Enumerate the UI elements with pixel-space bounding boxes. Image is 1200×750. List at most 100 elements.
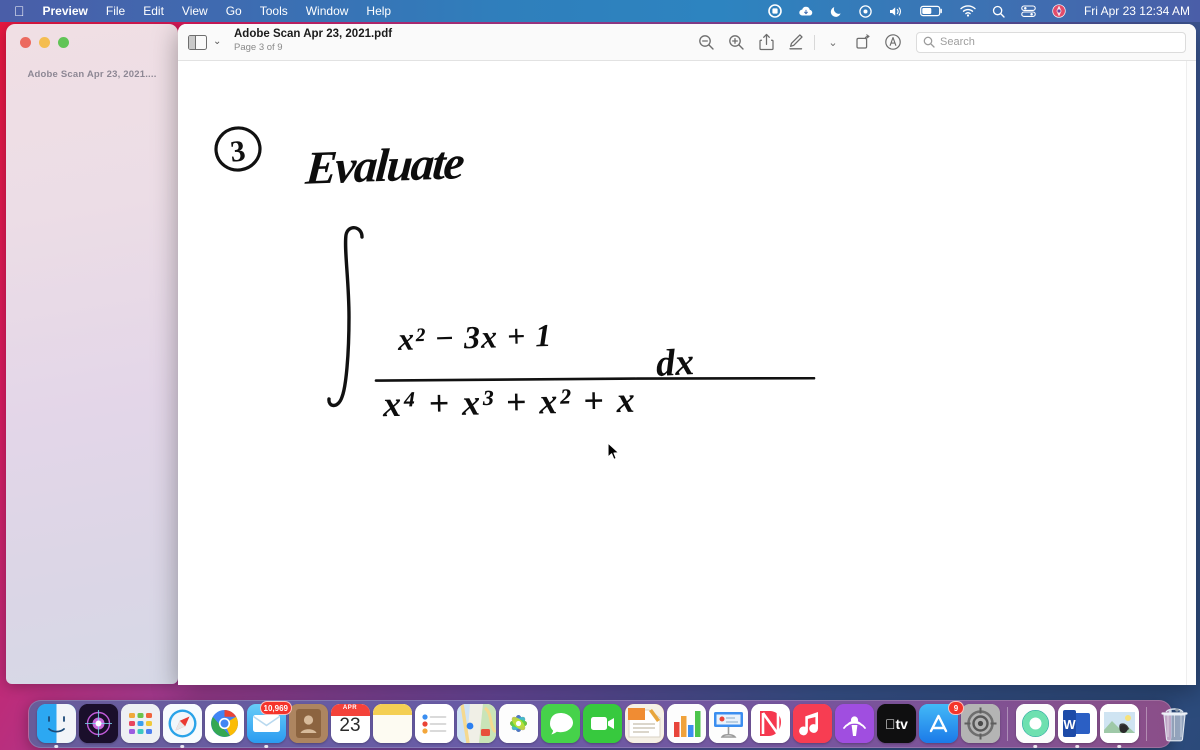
svg-text:tv: tv bbox=[885, 716, 908, 732]
do-not-disturb-moon-icon[interactable] bbox=[830, 5, 843, 18]
svg-text:3: 3 bbox=[229, 134, 247, 168]
integral-numerator: x² − 3x + 1 bbox=[397, 316, 553, 358]
dock-item-reminders[interactable] bbox=[414, 704, 454, 744]
preview-window: ⌄ Adobe Scan Apr 23, 2021.pdf Page 3 of … bbox=[178, 24, 1196, 685]
zoom-in-icon[interactable] bbox=[721, 29, 751, 55]
zoom-button[interactable] bbox=[58, 37, 69, 48]
toolbar-divider bbox=[814, 34, 815, 50]
integral-symbol bbox=[324, 221, 378, 421]
dock-item-facetime[interactable] bbox=[582, 704, 622, 744]
document-heading: Evaluate bbox=[303, 137, 465, 195]
stop-recording-icon[interactable] bbox=[768, 4, 782, 18]
dock-item-numbers[interactable] bbox=[666, 704, 706, 744]
search-icon bbox=[923, 36, 935, 48]
preview-toolbar: ⌄ Adobe Scan Apr 23, 2021.pdf Page 3 of … bbox=[178, 24, 1196, 61]
wifi-icon[interactable] bbox=[960, 5, 976, 17]
dock-item-system-preferences[interactable] bbox=[960, 704, 1000, 744]
menu-bar-clock[interactable]: Fri Apr 23 12:34 AM bbox=[1084, 4, 1190, 18]
dock-item-word[interactable]: W bbox=[1057, 704, 1097, 748]
calendar-day: 23 bbox=[339, 715, 361, 736]
cloud-icon[interactable] bbox=[798, 5, 814, 18]
dock-item-siri[interactable] bbox=[78, 704, 118, 744]
page-title: Adobe Scan Apr 23, 2021.pdf bbox=[234, 28, 393, 40]
background-window-traffic-lights bbox=[20, 37, 69, 48]
dock-item-pages[interactable] bbox=[624, 704, 664, 744]
background-preview-window[interactable]: Adobe Scan Apr 23, 2021.... bbox=[6, 24, 178, 684]
time-machine-icon[interactable] bbox=[859, 4, 872, 18]
menu-item-go[interactable]: Go bbox=[226, 4, 242, 18]
problem-number-circled: 3 bbox=[212, 123, 264, 175]
dock-item-music[interactable] bbox=[792, 704, 832, 744]
markup-chevron-down-icon[interactable]: ⌄ bbox=[818, 29, 848, 55]
zoom-out-icon[interactable] bbox=[691, 29, 721, 55]
dock-item-webex[interactable] bbox=[1015, 704, 1055, 748]
menu-item-help[interactable]: Help bbox=[366, 4, 391, 18]
control-center-icon[interactable] bbox=[1021, 4, 1036, 18]
dock-divider-1 bbox=[1007, 707, 1008, 741]
dock-item-notes[interactable] bbox=[372, 704, 412, 744]
background-window-title: Adobe Scan Apr 23, 2021.... bbox=[27, 69, 157, 80]
menu-item-window[interactable]: Window bbox=[306, 4, 349, 18]
dock-item-apple-tv[interactable]: tv bbox=[876, 704, 916, 744]
running-indicator bbox=[1033, 744, 1037, 748]
running-indicator bbox=[264, 744, 268, 748]
document-title-block: Adobe Scan Apr 23, 2021.pdf Page 3 of 9 bbox=[234, 28, 392, 54]
dock-item-maps[interactable] bbox=[456, 704, 496, 744]
menu-item-preview[interactable]: Preview bbox=[43, 4, 88, 18]
toolbar-right-group: ⌄ bbox=[691, 29, 1186, 55]
menu-item-file[interactable]: File bbox=[106, 4, 125, 18]
dock-item-messages[interactable] bbox=[540, 704, 580, 744]
dock: 10,969 APR 23 tv 9 W bbox=[28, 700, 1188, 748]
dock-item-calendar[interactable]: APR 23 bbox=[330, 704, 370, 744]
apple-menu-icon[interactable]:  bbox=[14, 4, 25, 18]
page-scrollbar[interactable] bbox=[1186, 61, 1196, 685]
share-icon[interactable] bbox=[751, 29, 781, 55]
sidebar-chevron-down-icon[interactable]: ⌄ bbox=[213, 37, 221, 47]
dock-item-keynote[interactable] bbox=[708, 704, 748, 744]
fraction-bar bbox=[374, 369, 816, 382]
dock-item-contacts[interactable] bbox=[288, 704, 328, 744]
dock-item-chrome[interactable] bbox=[204, 704, 244, 744]
dock-item-photos[interactable] bbox=[498, 704, 538, 744]
page-indicator: Page 3 of 9 bbox=[234, 42, 283, 54]
dock-item-trash[interactable] bbox=[1154, 704, 1194, 744]
differential-dx: dx bbox=[654, 341, 696, 385]
dock-item-news[interactable] bbox=[750, 704, 790, 744]
annotate-icon[interactable] bbox=[878, 29, 908, 55]
markup-pen-icon[interactable] bbox=[781, 29, 811, 55]
mail-badge: 10,969 bbox=[259, 701, 292, 715]
menu-bar:  Preview File Edit View Go Tools Window… bbox=[0, 0, 1200, 22]
mouse-cursor bbox=[607, 442, 621, 467]
sidebar-toggle-icon[interactable] bbox=[188, 34, 207, 50]
dock-item-mail[interactable]: 10,969 bbox=[246, 701, 292, 748]
dock-item-app-store[interactable]: 9 bbox=[918, 701, 964, 744]
dock-item-finder[interactable] bbox=[36, 704, 76, 748]
dock-divider-2 bbox=[1146, 707, 1147, 741]
menu-bar-status-area: Fri Apr 23 12:34 AM bbox=[752, 4, 1200, 18]
svg-text:W: W bbox=[1063, 717, 1076, 732]
search-field[interactable] bbox=[916, 31, 1186, 53]
volume-icon[interactable] bbox=[888, 5, 904, 18]
toolbar-left-group: ⌄ bbox=[188, 34, 221, 50]
menu-item-view[interactable]: View bbox=[182, 4, 208, 18]
running-indicator bbox=[180, 744, 184, 748]
running-indicator bbox=[1075, 744, 1079, 748]
pdf-page-canvas[interactable]: 3 3 Evaluate x² − 3x + 1 x⁴ + x³ + x² + … bbox=[178, 61, 1196, 685]
spotlight-search-icon[interactable] bbox=[992, 5, 1005, 18]
minimize-button[interactable] bbox=[39, 37, 50, 48]
dock-item-podcasts[interactable] bbox=[834, 704, 874, 744]
battery-icon[interactable] bbox=[920, 5, 944, 17]
integral-denominator: x⁴ + x³ + x² + x bbox=[382, 379, 637, 425]
app-store-badge: 9 bbox=[948, 701, 964, 715]
running-indicator bbox=[1117, 744, 1121, 748]
dock-item-preview[interactable] bbox=[1099, 704, 1139, 748]
dock-item-launchpad[interactable] bbox=[120, 704, 160, 744]
running-indicator bbox=[54, 744, 58, 748]
menu-item-tools[interactable]: Tools bbox=[260, 4, 288, 18]
user-avatar-icon[interactable] bbox=[1052, 4, 1066, 18]
close-button[interactable] bbox=[20, 37, 31, 48]
dock-item-safari[interactable] bbox=[162, 704, 202, 748]
rotate-icon[interactable] bbox=[848, 29, 878, 55]
menu-item-edit[interactable]: Edit bbox=[143, 4, 164, 18]
search-input[interactable] bbox=[940, 36, 1179, 48]
